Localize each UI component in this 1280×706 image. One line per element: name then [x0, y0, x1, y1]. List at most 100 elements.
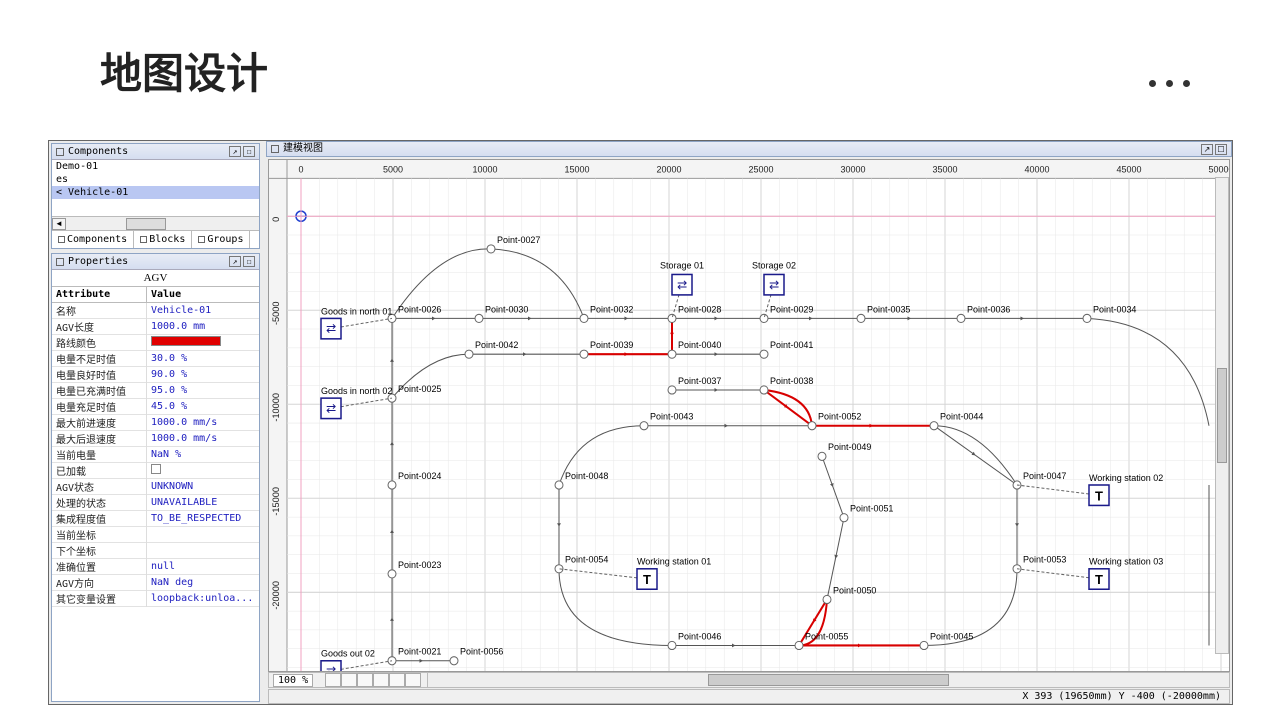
canvas-hscroll[interactable] — [427, 673, 1229, 687]
property-value[interactable]: 90.0 % — [147, 368, 259, 381]
property-row[interactable]: 电量充足时值45.0 % — [52, 399, 259, 415]
property-value[interactable] — [147, 335, 259, 350]
undock-icon[interactable]: ↗ — [1201, 144, 1213, 155]
svg-text:⇄: ⇄ — [326, 664, 336, 671]
map-point[interactable] — [920, 641, 928, 649]
map-point[interactable] — [668, 641, 676, 649]
zoom-level[interactable]: 100 % — [273, 674, 313, 687]
property-value[interactable] — [147, 550, 259, 552]
map-point[interactable] — [818, 452, 826, 460]
tool-icon[interactable] — [325, 673, 341, 687]
property-row[interactable]: 电量已充满时值95.0 % — [52, 383, 259, 399]
tool-icon[interactable] — [373, 673, 389, 687]
map-point[interactable] — [808, 422, 816, 430]
maximize-icon[interactable]: ☐ — [243, 146, 255, 157]
map-point[interactable] — [760, 386, 768, 394]
map-point[interactable] — [823, 595, 831, 603]
property-key: 准确位置 — [52, 558, 147, 575]
map-point[interactable] — [668, 386, 676, 394]
components-hscroll[interactable]: ◄ — [52, 216, 259, 230]
map-point[interactable] — [388, 570, 396, 578]
property-row[interactable]: 当前电量NaN % — [52, 447, 259, 463]
map-point[interactable] — [580, 350, 588, 358]
svg-text:T: T — [1095, 572, 1103, 587]
property-row[interactable]: 最大前进速度1000.0 mm/s — [52, 415, 259, 431]
property-value[interactable]: null — [147, 560, 259, 573]
property-row[interactable]: 电量良好时值90.0 % — [52, 367, 259, 383]
property-value[interactable]: 45.0 % — [147, 400, 259, 413]
tool-icon[interactable] — [357, 673, 373, 687]
map-point[interactable] — [857, 314, 865, 322]
property-value[interactable] — [147, 463, 259, 478]
map-point[interactable] — [640, 422, 648, 430]
map-point[interactable] — [930, 422, 938, 430]
property-row[interactable]: 最大后退速度1000.0 mm/s — [52, 431, 259, 447]
maximize-icon[interactable]: ☐ — [243, 256, 255, 267]
canvas-vscroll[interactable] — [1215, 177, 1229, 654]
property-row[interactable]: 集成程度值TO_BE_RESPECTED — [52, 511, 259, 527]
property-row[interactable]: 下个坐标 — [52, 543, 259, 559]
components-tree-item[interactable]: es — [52, 173, 259, 186]
property-row[interactable]: AGV状态UNKNOWN — [52, 479, 259, 495]
property-row[interactable]: 电量不足时值30.0 % — [52, 351, 259, 367]
property-value[interactable]: 1000.0 mm/s — [147, 432, 259, 445]
undock-icon[interactable]: ↗ — [229, 146, 241, 157]
tool-icon[interactable] — [341, 673, 357, 687]
property-row[interactable]: AGV方向NaN deg — [52, 575, 259, 591]
property-key: 已加载 — [52, 462, 147, 479]
map-point[interactable] — [580, 314, 588, 322]
property-value[interactable]: 95.0 % — [147, 384, 259, 397]
map-point[interactable] — [760, 314, 768, 322]
map-point-label: Point-0052 — [818, 412, 861, 422]
property-value[interactable]: Vehicle-01 — [147, 304, 259, 317]
property-row[interactable]: 当前坐标 — [52, 527, 259, 543]
property-row[interactable]: 已加载 — [52, 463, 259, 479]
map-point[interactable] — [450, 657, 458, 665]
property-value[interactable] — [147, 534, 259, 536]
components-tab[interactable]: Groups — [192, 231, 250, 248]
map-point[interactable] — [388, 481, 396, 489]
map-canvas[interactable]: 0500010000150002000025000300003500040000… — [268, 159, 1230, 672]
tool-icon[interactable] — [389, 673, 405, 687]
property-row[interactable]: 路线颜色 — [52, 335, 259, 351]
property-value[interactable]: TO_BE_RESPECTED — [147, 512, 259, 525]
map-point[interactable] — [668, 350, 676, 358]
tool-icon[interactable] — [405, 673, 421, 687]
property-value[interactable]: UNKNOWN — [147, 480, 259, 493]
map-point[interactable] — [1083, 314, 1091, 322]
map-point[interactable] — [760, 350, 768, 358]
map-point[interactable] — [840, 514, 848, 522]
map-point[interactable] — [487, 245, 495, 253]
map-point[interactable] — [555, 481, 563, 489]
property-value[interactable]: UNAVAILABLE — [147, 496, 259, 509]
undock-icon[interactable]: ↗ — [229, 256, 241, 267]
property-row[interactable]: 名称Vehicle-01 — [52, 303, 259, 319]
property-row[interactable]: 准确位置null — [52, 559, 259, 575]
property-row[interactable]: 其它变量设置loopback:unloa... — [52, 591, 259, 607]
components-tab[interactable]: Components — [52, 231, 134, 248]
property-value[interactable]: 1000.0 mm/s — [147, 416, 259, 429]
maximize-icon[interactable]: ☐ — [1215, 144, 1227, 155]
property-value[interactable]: loopback:unloa... — [147, 592, 259, 605]
property-value[interactable]: 1000.0 mm — [147, 320, 259, 333]
property-value[interactable]: NaN deg — [147, 576, 259, 589]
svg-text:⇄: ⇄ — [677, 278, 687, 292]
property-row[interactable]: 处理的状态UNAVAILABLE — [52, 495, 259, 511]
map-point-label: Point-0053 — [1023, 555, 1066, 565]
property-value[interactable]: NaN % — [147, 448, 259, 461]
components-tree[interactable]: Demo-01es< Vehicle-01 — [52, 160, 259, 216]
map-point[interactable] — [475, 314, 483, 322]
map-point[interactable] — [795, 641, 803, 649]
map-point[interactable] — [465, 350, 473, 358]
components-tree-item[interactable]: Demo-01 — [52, 160, 259, 173]
components-tree-item[interactable]: < Vehicle-01 — [52, 186, 259, 199]
map-point[interactable] — [957, 314, 965, 322]
property-row[interactable]: AGV长度1000.0 mm — [52, 319, 259, 335]
map-point-label: Point-0034 — [1093, 304, 1136, 314]
map-point-label: Point-0047 — [1023, 471, 1066, 481]
property-value[interactable]: 30.0 % — [147, 352, 259, 365]
svg-text:T: T — [643, 572, 651, 587]
location-label: Storage 01 — [660, 260, 704, 270]
components-tab[interactable]: Blocks — [134, 231, 192, 248]
map-point[interactable] — [668, 314, 676, 322]
